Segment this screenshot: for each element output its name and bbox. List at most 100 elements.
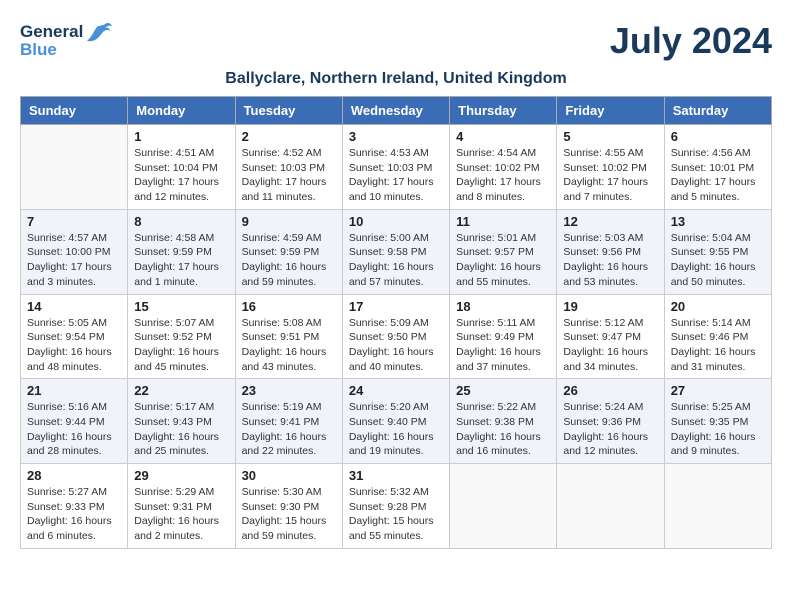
table-row: 13 Sunrise: 5:04 AM Sunset: 9:55 PM Dayli…	[664, 209, 771, 294]
day-number: 12	[563, 214, 657, 229]
day-number: 13	[671, 214, 765, 229]
day-info: Sunrise: 5:01 AM Sunset: 9:57 PM Dayligh…	[456, 231, 550, 290]
day-number: 3	[349, 129, 443, 144]
day-number: 6	[671, 129, 765, 144]
day-info: Sunrise: 4:51 AM Sunset: 10:04 PM Daylig…	[134, 146, 228, 205]
calendar-week-row: 14Sunrise: 5:05 AM Sunset: 9:54 PM Dayli…	[21, 294, 772, 379]
day-number: 7	[27, 214, 121, 229]
day-info: Sunrise: 4:57 AM Sunset: 10:00 PM Daylig…	[27, 231, 121, 290]
col-tuesday: Tuesday	[235, 97, 342, 125]
day-number: 26	[563, 383, 657, 398]
table-row: 30 Sunrise: 5:30 AM Sunset: 9:30 PM Dayli…	[235, 464, 342, 549]
title-text: July 2024	[610, 20, 772, 62]
table-row: 12 Sunrise: 5:03 AM Sunset: 9:56 PM Dayli…	[557, 209, 664, 294]
logo: General Blue	[20, 20, 113, 60]
day-info: Sunrise: 5:14 AM Sunset: 9:46 PM Dayligh…	[671, 316, 765, 375]
table-row: 7 Sunrise: 4:57 AM Sunset: 10:00 PM Dayli…	[21, 209, 128, 294]
table-row: 15 Sunrise: 5:07 AM Sunset: 9:52 PM Dayli…	[128, 294, 235, 379]
calendar-subtitle: Ballyclare, Northern Ireland, United Kin…	[20, 70, 772, 88]
day-number: 15	[134, 299, 228, 314]
col-saturday: Saturday	[664, 97, 771, 125]
table-row: 29 Sunrise: 5:29 AM Sunset: 9:31 PM Dayli…	[128, 464, 235, 549]
day-number: 27	[671, 383, 765, 398]
table-row: 9 Sunrise: 4:59 AM Sunset: 9:59 PM Daylig…	[235, 209, 342, 294]
table-row: 1 Sunrise: 4:51 AM Sunset: 10:04 PM Dayli…	[128, 125, 235, 210]
day-number: 1	[134, 129, 228, 144]
day-number: 11	[456, 214, 550, 229]
table-row: 5 Sunrise: 4:55 AM Sunset: 10:02 PM Dayli…	[557, 125, 664, 210]
day-number: 25	[456, 383, 550, 398]
table-row: 18 Sunrise: 5:11 AM Sunset: 9:49 PM Dayli…	[450, 294, 557, 379]
day-info: Sunrise: 4:53 AM Sunset: 10:03 PM Daylig…	[349, 146, 443, 205]
calendar-table: Sunday Monday Tuesday Wednesday Thursday…	[20, 96, 772, 549]
day-info: Sunrise: 5:07 AM Sunset: 9:52 PM Dayligh…	[134, 316, 228, 375]
day-number: 20	[671, 299, 765, 314]
day-info: Sunrise: 5:04 AM Sunset: 9:55 PM Dayligh…	[671, 231, 765, 290]
table-row: 21Sunrise: 5:16 AM Sunset: 9:44 PM Dayli…	[21, 379, 128, 464]
day-number: 10	[349, 214, 443, 229]
day-number: 5	[563, 129, 657, 144]
table-row	[450, 464, 557, 549]
table-row: 2 Sunrise: 4:52 AM Sunset: 10:03 PM Dayli…	[235, 125, 342, 210]
day-info: Sunrise: 5:17 AM Sunset: 9:43 PM Dayligh…	[134, 400, 228, 459]
table-row: 23Sunrise: 5:19 AM Sunset: 9:41 PM Dayli…	[235, 379, 342, 464]
table-row: 31Sunrise: 5:32 AM Sunset: 9:28 PM Dayli…	[342, 464, 449, 549]
day-number: 22	[134, 383, 228, 398]
table-row: 17Sunrise: 5:09 AM Sunset: 9:50 PM Dayli…	[342, 294, 449, 379]
col-thursday: Thursday	[450, 97, 557, 125]
day-info: Sunrise: 5:29 AM Sunset: 9:31 PM Dayligh…	[134, 485, 228, 544]
table-row: 25 Sunrise: 5:22 AM Sunset: 9:38 PM Dayli…	[450, 379, 557, 464]
day-number: 4	[456, 129, 550, 144]
logo-blue: Blue	[20, 40, 113, 60]
logo-text: General Blue	[20, 20, 113, 60]
table-row: 16 Sunrise: 5:08 AM Sunset: 9:51 PM Dayli…	[235, 294, 342, 379]
day-number: 2	[242, 129, 336, 144]
table-row: 14Sunrise: 5:05 AM Sunset: 9:54 PM Dayli…	[21, 294, 128, 379]
day-info: Sunrise: 4:59 AM Sunset: 9:59 PM Dayligh…	[242, 231, 336, 290]
table-row: 19 Sunrise: 5:12 AM Sunset: 9:47 PM Dayli…	[557, 294, 664, 379]
day-info: Sunrise: 5:11 AM Sunset: 9:49 PM Dayligh…	[456, 316, 550, 375]
logo-general: General	[20, 22, 83, 42]
day-number: 24	[349, 383, 443, 398]
col-sunday: Sunday	[21, 97, 128, 125]
day-info: Sunrise: 5:03 AM Sunset: 9:56 PM Dayligh…	[563, 231, 657, 290]
day-number: 19	[563, 299, 657, 314]
table-row: 24Sunrise: 5:20 AM Sunset: 9:40 PM Dayli…	[342, 379, 449, 464]
day-number: 31	[349, 468, 443, 483]
table-row: 3 Sunrise: 4:53 AM Sunset: 10:03 PM Dayli…	[342, 125, 449, 210]
day-number: 9	[242, 214, 336, 229]
day-number: 30	[242, 468, 336, 483]
calendar-week-row: 28Sunrise: 5:27 AM Sunset: 9:33 PM Dayli…	[21, 464, 772, 549]
day-info: Sunrise: 5:27 AM Sunset: 9:33 PM Dayligh…	[27, 485, 121, 544]
day-number: 29	[134, 468, 228, 483]
calendar-week-row: 21Sunrise: 5:16 AM Sunset: 9:44 PM Dayli…	[21, 379, 772, 464]
day-info: Sunrise: 4:52 AM Sunset: 10:03 PM Daylig…	[242, 146, 336, 205]
table-row: 22 Sunrise: 5:17 AM Sunset: 9:43 PM Dayli…	[128, 379, 235, 464]
table-row: 6 Sunrise: 4:56 AM Sunset: 10:01 PM Dayli…	[664, 125, 771, 210]
day-info: Sunrise: 5:12 AM Sunset: 9:47 PM Dayligh…	[563, 316, 657, 375]
table-row: 26Sunrise: 5:24 AM Sunset: 9:36 PM Dayli…	[557, 379, 664, 464]
table-row	[21, 125, 128, 210]
day-info: Sunrise: 4:54 AM Sunset: 10:02 PM Daylig…	[456, 146, 550, 205]
header: General Blue July 2024	[20, 20, 772, 62]
day-info: Sunrise: 4:58 AM Sunset: 9:59 PM Dayligh…	[134, 231, 228, 290]
table-row: 27Sunrise: 5:25 AM Sunset: 9:35 PM Dayli…	[664, 379, 771, 464]
day-number: 18	[456, 299, 550, 314]
table-row: 10Sunrise: 5:00 AM Sunset: 9:58 PM Dayli…	[342, 209, 449, 294]
day-info: Sunrise: 5:30 AM Sunset: 9:30 PM Dayligh…	[242, 485, 336, 544]
col-friday: Friday	[557, 97, 664, 125]
col-wednesday: Wednesday	[342, 97, 449, 125]
day-info: Sunrise: 5:22 AM Sunset: 9:38 PM Dayligh…	[456, 400, 550, 459]
day-number: 16	[242, 299, 336, 314]
calendar-week-row: 1 Sunrise: 4:51 AM Sunset: 10:04 PM Dayli…	[21, 125, 772, 210]
calendar-title: July 2024	[610, 20, 772, 62]
day-info: Sunrise: 4:56 AM Sunset: 10:01 PM Daylig…	[671, 146, 765, 205]
table-row: 11 Sunrise: 5:01 AM Sunset: 9:57 PM Dayli…	[450, 209, 557, 294]
day-info: Sunrise: 5:09 AM Sunset: 9:50 PM Dayligh…	[349, 316, 443, 375]
day-number: 14	[27, 299, 121, 314]
table-row: 8 Sunrise: 4:58 AM Sunset: 9:59 PM Daylig…	[128, 209, 235, 294]
day-info: Sunrise: 4:55 AM Sunset: 10:02 PM Daylig…	[563, 146, 657, 205]
table-row	[557, 464, 664, 549]
day-number: 8	[134, 214, 228, 229]
day-info: Sunrise: 5:08 AM Sunset: 9:51 PM Dayligh…	[242, 316, 336, 375]
